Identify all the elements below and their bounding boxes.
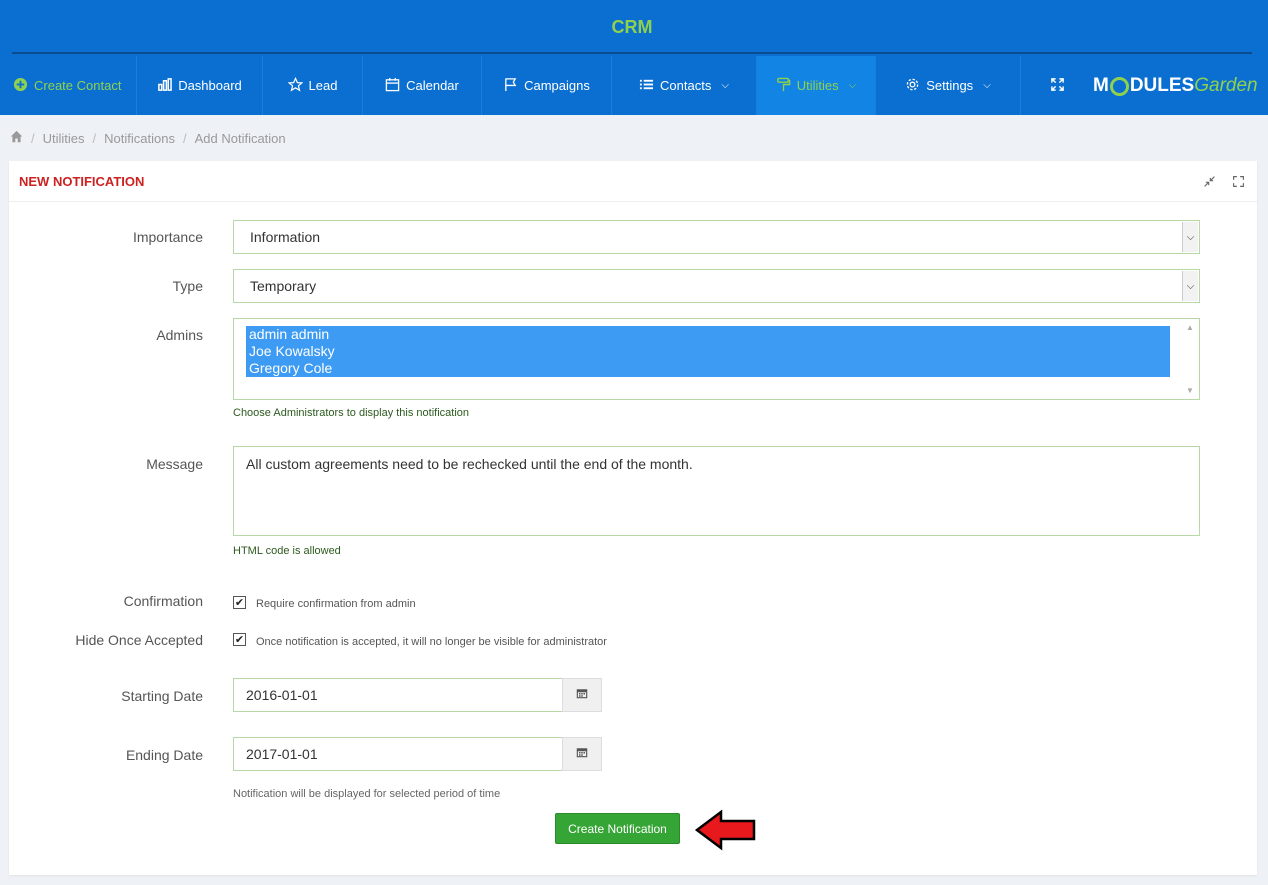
panel-title: NEW NOTIFICATION [19,174,145,189]
breadcrumb-separator: / [31,130,35,146]
hide-once-accepted-checkbox[interactable]: ✔ [233,633,246,646]
nav-utilities-label: Utilities [796,78,839,93]
message-help-text: HTML code is allowed [233,545,341,557]
logo-part: DULES [1129,75,1195,96]
importance-value: Information [250,229,321,245]
modulesgarden-logo: M DULES Garden [1093,75,1258,97]
breadcrumb-current: Add Notification [194,130,286,146]
nav-create-contact[interactable]: Create Contact [0,56,137,115]
confirmation-text: Require confirmation from admin [256,598,416,610]
fullscreen-button[interactable] [1021,56,1093,115]
nav-contacts[interactable]: Contacts ⌵ [612,56,757,115]
breadcrumb-notifications[interactable]: Notifications [104,131,175,146]
nav-campaigns[interactable]: Campaigns [482,56,612,115]
starting-date-label: Starting Date [121,688,203,704]
expand-icon [1050,77,1065,95]
breadcrumb-separator: / [182,130,187,146]
paint-roller-icon [776,77,791,95]
panel-header: NEW NOTIFICATION [9,161,1257,202]
nav-calendar[interactable]: Calendar [363,56,482,115]
bar-chart-icon [157,77,172,95]
listbox-scrollbar[interactable]: ▲ ▼ [1183,321,1197,397]
expand-icon[interactable] [1232,175,1245,193]
chevron-down-icon: ⌵ [983,80,991,91]
type-value: Temporary [250,278,317,294]
title-bar: CRM [12,0,1252,54]
pointer-arrow-icon [694,809,757,856]
chevron-down-icon: ⌵ [721,80,729,91]
nav-dashboard[interactable]: Dashboard [137,56,263,115]
scroll-up-icon[interactable]: ▲ [1186,323,1194,332]
panel-tools [1203,175,1245,193]
importance-select[interactable]: Information ⌵ [233,220,1200,254]
admin-option[interactable]: Joe Kowalsky [246,343,1170,360]
ending-date-calendar-button[interactable] [562,737,602,771]
admin-option[interactable]: Gregory Cole [246,360,1170,377]
ending-date-label: Ending Date [125,747,203,763]
scroll-down-icon[interactable]: ▼ [1186,386,1194,395]
gear-icon [905,77,920,95]
nav-dashboard-label: Dashboard [178,78,242,93]
nav-lead-label: Lead [308,78,338,93]
confirmation-label: Confirmation [123,593,203,609]
star-icon [287,76,303,95]
top-header: CRM Create Contact Dashboard Lead Calend… [0,0,1268,115]
message-label: Message [146,456,203,472]
nav-lead[interactable]: Lead [263,56,363,115]
new-notification-panel: NEW NOTIFICATION Importance Information … [9,161,1257,875]
hide-once-accepted-label: Hide Once Accepted [75,632,203,648]
breadcrumb-separator: / [92,130,97,146]
starting-date-calendar-button[interactable] [562,678,602,712]
calendar-icon [576,686,588,704]
nav-settings[interactable]: Settings ⌵ [876,56,1021,115]
nav-campaigns-label: Campaigns [524,78,590,93]
nav-contacts-label: Contacts [660,78,712,93]
chevron-down-icon: ⌵ [1182,222,1198,252]
type-label: Type [172,278,203,294]
nav-settings-label: Settings [926,78,974,93]
nav-create-contact-label: Create Contact [34,78,122,93]
collapse-icon[interactable] [1203,175,1216,193]
ending-date-input[interactable]: 2017-01-01 [233,737,563,771]
plus-circle-icon [13,77,28,95]
hide-once-accepted-text: Once notification is accepted, it will n… [256,636,607,648]
logo-o-mark [1109,76,1129,96]
logo-part: M [1093,75,1109,96]
flag-icon [503,77,518,95]
admins-help-text: Choose Administrators to display this no… [233,407,470,419]
home-icon[interactable] [10,130,23,146]
admins-multiselect[interactable]: admin admin Joe Kowalsky Gregory Cole ▲ … [233,318,1200,400]
checkmark-icon: ✔ [234,597,245,609]
importance-label: Importance [132,229,203,245]
chevron-down-icon: ⌵ [1182,271,1198,301]
calendar-icon [385,77,400,95]
date-help-text: Notification will be displayed for selec… [233,788,501,800]
type-select[interactable]: Temporary ⌵ [233,269,1200,303]
list-icon [639,77,654,95]
logo-part: Garden [1194,75,1258,96]
app-title: CRM [611,17,653,37]
chevron-down-icon: ⌵ [848,80,857,91]
confirmation-checkbox[interactable]: ✔ [233,596,246,609]
breadcrumb-utilities[interactable]: Utilities [43,131,85,146]
nav-calendar-label: Calendar [406,78,459,93]
breadcrumb: / Utilities / Notifications / Add Notifi… [10,130,286,146]
admins-label: Admins [156,327,203,343]
main-nav: Create Contact Dashboard Lead Calendar C… [0,56,1268,115]
checkmark-icon: ✔ [234,634,245,646]
nav-utilities[interactable]: Utilities ⌵ [757,56,876,115]
starting-date-input[interactable]: 2016-01-01 [233,678,563,712]
calendar-icon [576,745,588,763]
admin-option[interactable]: admin admin [246,326,1170,343]
message-textarea[interactable]: All custom agreements need to be recheck… [233,446,1200,536]
create-notification-button[interactable]: Create Notification [555,813,680,844]
